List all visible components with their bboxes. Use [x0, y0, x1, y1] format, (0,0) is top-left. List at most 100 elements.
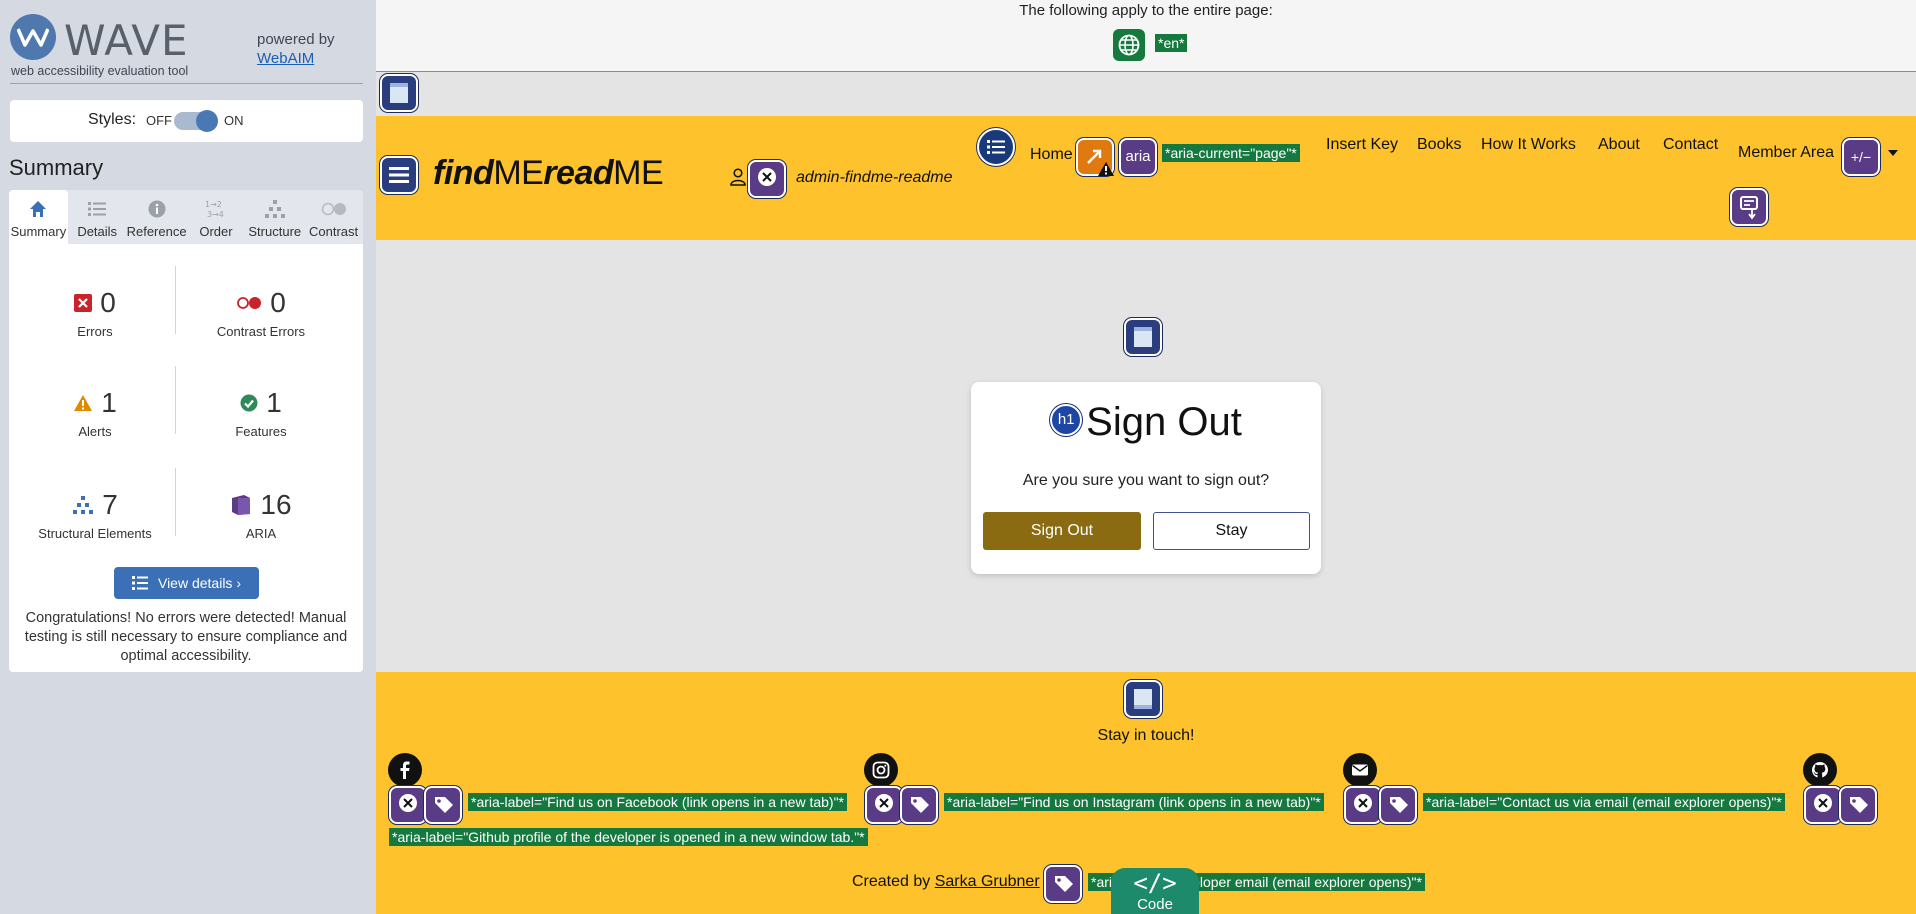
author-link[interactable]: Sarka Grubner [935, 873, 1040, 890]
aria-error-icon[interactable] [748, 160, 786, 198]
summary-heading: Summary [9, 155, 104, 180]
congrats-message: Congratulations! No errors were detected… [24, 610, 348, 664]
h1-heading-icon[interactable]: h1 [1050, 404, 1083, 437]
list-icon [68, 198, 127, 220]
nav-landmark-icon[interactable] [380, 156, 418, 194]
instagram-aria-label: *aria-label="Find us on Instagram (link … [944, 793, 1324, 811]
aria-label-icon[interactable] [424, 786, 462, 824]
stay-button[interactable]: Stay [1153, 512, 1310, 550]
divider [175, 266, 176, 334]
svg-text:1→2: 1→2 [205, 200, 222, 209]
styles-off-label: OFF [146, 113, 172, 128]
language-notice: The following apply to the entire page: [1019, 2, 1273, 19]
sign-out-dialog: h1 Sign Out Are you sure you want to sign… [971, 382, 1321, 574]
landmark-icon[interactable] [380, 74, 418, 112]
facebook-icon[interactable] [388, 753, 422, 787]
summary-card: 0 Errors 0 Contrast Errors 1 Alerts 1 Fe… [9, 244, 363, 672]
list-icon[interactable] [977, 128, 1015, 166]
tab-structure[interactable]: Structure [245, 190, 304, 244]
footer-landmark-icon[interactable] [1124, 680, 1162, 718]
main-landmark-icon[interactable] [1124, 318, 1162, 356]
stat-structural[interactable]: 7 Structural Elements [15, 488, 175, 541]
sign-out-button[interactable]: Sign Out [983, 512, 1141, 550]
nav-books[interactable]: Books [1417, 136, 1461, 154]
stat-contrast-errors[interactable]: 0 Contrast Errors [181, 286, 341, 339]
aria-label-icon[interactable] [1379, 786, 1417, 824]
chevron-down-icon[interactable] [1888, 150, 1898, 156]
contrast-errors-label: Contrast Errors [216, 324, 306, 339]
alerts-label: Alerts [78, 424, 112, 439]
nav-insert-key[interactable]: Insert Key [1326, 136, 1398, 154]
info-icon [127, 198, 187, 220]
tab-summary[interactable]: Summary [9, 190, 68, 244]
aria-expanded-icon[interactable]: +/− [1842, 138, 1880, 176]
redundant-link-icon[interactable] [1076, 138, 1114, 176]
tab-contrast[interactable]: Contrast [304, 190, 363, 244]
toggle-knob [196, 110, 218, 132]
aria-error-icon[interactable] [1344, 786, 1382, 824]
instagram-icon[interactable] [864, 753, 898, 787]
divider [175, 468, 176, 536]
site-logo[interactable]: findMEreadME [433, 154, 664, 193]
nav-contact[interactable]: Contact [1663, 136, 1718, 154]
nav-member-area[interactable]: Member Area [1738, 144, 1834, 162]
aria-error-icon[interactable] [865, 786, 903, 824]
stay-in-touch: Stay in touch! [1097, 727, 1195, 744]
aria-icon [232, 495, 251, 515]
code-label: Code [1137, 896, 1173, 913]
nav-home[interactable]: Home [1030, 146, 1073, 164]
wave-title: WAVE [64, 16, 189, 65]
github-icon[interactable] [1803, 753, 1837, 787]
stat-errors[interactable]: 0 Errors [15, 286, 175, 339]
site-footer: Stay in touch! *aria-label="Find us on F… [376, 672, 1916, 914]
nav-how-it-works[interactable]: How It Works [1481, 136, 1576, 154]
structure-icon [245, 198, 304, 220]
aria-label-icon[interactable] [1839, 786, 1877, 824]
email-icon[interactable] [1343, 753, 1377, 787]
aria-label-icon[interactable] [900, 786, 938, 824]
powered-by-text: powered by [257, 31, 335, 48]
svg-text:3→4: 3→4 [207, 210, 224, 219]
globe-icon[interactable] [1113, 29, 1145, 61]
features-label: Features [235, 424, 287, 439]
view-details-button[interactable]: View details › [114, 567, 259, 599]
list-icon [131, 576, 148, 590]
aria-error-icon[interactable] [1804, 786, 1842, 824]
wave-sidebar: WAVE web accessibility evaluation tool p… [0, 0, 376, 914]
divider [175, 366, 176, 434]
home-icon [9, 198, 68, 220]
username: admin-findme-readme [796, 169, 953, 186]
code-panel-button[interactable]: </> Code [1111, 868, 1199, 914]
aria-label-icon[interactable] [1044, 865, 1082, 903]
stat-aria[interactable]: 16 ARIA [181, 488, 341, 541]
stat-features[interactable]: 1 Features [181, 386, 341, 439]
wave-header: WAVE web accessibility evaluation tool p… [10, 12, 363, 84]
tab-details[interactable]: Details [68, 190, 127, 244]
aria-error-icon[interactable] [389, 786, 427, 824]
facebook-aria-label: *aria-label="Find us on Facebook (link o… [468, 793, 847, 811]
webaim-link[interactable]: WebAIM [257, 49, 335, 68]
tab-order[interactable]: 1→2 3→4 Order [187, 190, 246, 244]
powered-by: powered by WebAIM [257, 30, 335, 68]
aria-menu-icon[interactable] [1730, 188, 1768, 226]
aria-badge-icon[interactable]: aria [1119, 138, 1157, 176]
tab-reference[interactable]: Reference [127, 190, 187, 244]
created-by-text: Created by [852, 873, 931, 890]
tab-label: Details [77, 224, 118, 239]
aria-current-label: *aria-current="page"* [1162, 144, 1300, 162]
code-icon: </> [1133, 869, 1177, 897]
page-preview: The following apply to the entire page: … [376, 0, 1916, 914]
email-aria-label: *aria-label="Contact us via email (email… [1423, 793, 1785, 811]
wave-tabs: Summary Details Reference 1→2 3→4 Order S… [9, 190, 363, 244]
user-icon [730, 168, 746, 186]
errors-count: 0 [100, 287, 116, 318]
error-icon [74, 294, 93, 312]
nav-about[interactable]: About [1598, 136, 1640, 154]
brand-find: find [433, 154, 494, 192]
styles-on-label: ON [224, 113, 244, 128]
dialog-title: h1 Sign Out [971, 400, 1321, 445]
styles-toggle[interactable] [174, 110, 218, 132]
stat-alerts[interactable]: 1 Alerts [15, 386, 175, 439]
structural-label: Structural Elements [38, 526, 152, 541]
structural-icon [73, 496, 94, 514]
